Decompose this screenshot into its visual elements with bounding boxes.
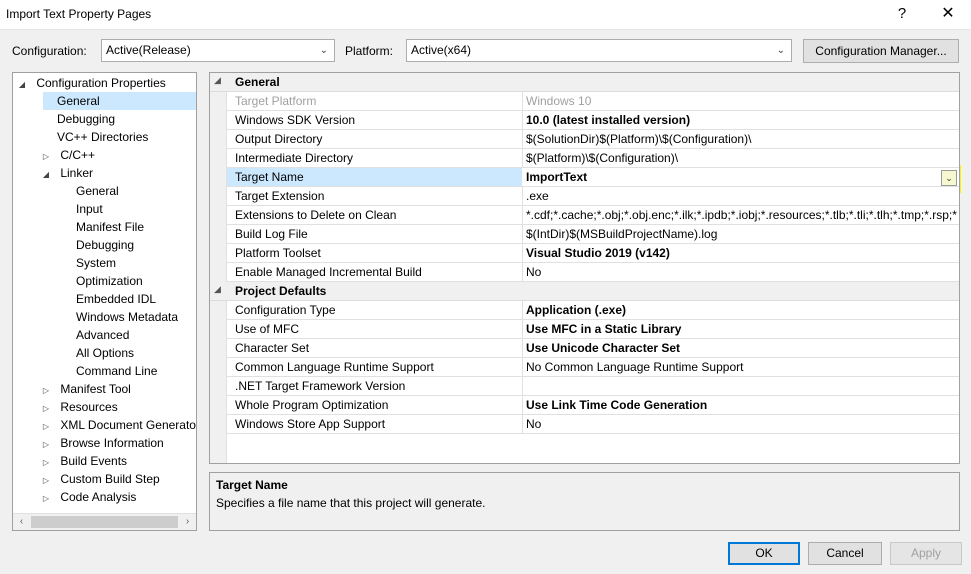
property-grid[interactable]: ◢ General Target Platform Windows 10 Win… bbox=[209, 72, 960, 464]
help-button[interactable]: ? bbox=[879, 0, 925, 30]
property-row-clr-support[interactable]: Common Language Runtime Support No Commo… bbox=[227, 358, 959, 377]
window-title: Import Text Property Pages bbox=[6, 7, 152, 21]
grid-left-margin bbox=[210, 73, 227, 463]
tree-item-linker-system[interactable]: System bbox=[76, 254, 116, 272]
category-project-defaults[interactable]: ◢ Project Defaults bbox=[210, 282, 959, 301]
configuration-value: Active(Release) bbox=[106, 43, 191, 57]
chevron-down-icon: ⌄ bbox=[945, 173, 953, 183]
property-row-windows-sdk-version[interactable]: Windows SDK Version 10.0 (latest install… bbox=[227, 111, 959, 130]
platform-value: Active(x64) bbox=[411, 43, 472, 57]
scroll-left-icon[interactable]: ‹ bbox=[13, 514, 30, 530]
tree-item-linker-embedded-idl[interactable]: Embedded IDL bbox=[76, 290, 156, 308]
tree-item-linker-manifest-file[interactable]: Manifest File bbox=[76, 218, 144, 236]
tree-item-linker-command-line[interactable]: Command Line bbox=[76, 362, 157, 380]
tree-item-linker-general[interactable]: General bbox=[76, 182, 119, 200]
tree-item-linker-all-options[interactable]: All Options bbox=[76, 344, 134, 362]
property-row-target-extension[interactable]: Target Extension .exe bbox=[227, 187, 959, 206]
property-row-output-directory[interactable]: Output Directory $(SolutionDir)$(Platfor… bbox=[227, 130, 959, 149]
expand-icon[interactable]: ▷ bbox=[41, 490, 51, 508]
property-row-net-target-framework[interactable]: .NET Target Framework Version bbox=[227, 377, 959, 396]
tree-item-code-analysis[interactable]: ▷ Code Analysis bbox=[41, 488, 136, 506]
configuration-select[interactable]: Active(Release) ⌄ bbox=[101, 39, 335, 62]
tree-item-browse-information[interactable]: ▷ Browse Information bbox=[41, 434, 164, 452]
property-row-windows-store-app-support[interactable]: Windows Store App Support No bbox=[227, 415, 959, 434]
category-label: Project Defaults bbox=[235, 284, 327, 298]
description-panel: Target Name Specifies a file name that t… bbox=[209, 472, 960, 531]
platform-label: Platform: bbox=[345, 44, 394, 58]
property-row-target-name[interactable]: Target Name ImportText bbox=[227, 168, 959, 187]
property-row-target-platform[interactable]: Target Platform Windows 10 bbox=[227, 92, 959, 111]
collapse-icon[interactable]: ◢ bbox=[41, 166, 51, 184]
tree-item-linker-windows-metadata[interactable]: Windows Metadata bbox=[76, 308, 178, 326]
property-row-configuration-type[interactable]: Configuration Type Application (.exe) bbox=[227, 301, 959, 320]
target-name-value[interactable]: ImportText bbox=[526, 170, 959, 184]
collapse-icon[interactable]: ◢ bbox=[214, 75, 221, 86]
property-row-build-log-file[interactable]: Build Log File $(IntDir)$(MSBuildProject… bbox=[227, 225, 959, 244]
property-row-platform-toolset[interactable]: Platform Toolset Visual Studio 2019 (v14… bbox=[227, 244, 959, 263]
chevron-down-icon: ⌄ bbox=[776, 45, 785, 56]
tree-horizontal-scrollbar[interactable]: ‹ › bbox=[13, 513, 196, 530]
tree-item-general[interactable]: General bbox=[43, 92, 196, 110]
chevron-down-icon: ⌄ bbox=[319, 45, 328, 56]
tree-item-linker-advanced[interactable]: Advanced bbox=[76, 326, 129, 344]
scroll-right-icon[interactable]: › bbox=[179, 514, 196, 530]
tree-item-linker[interactable]: ◢ Linker bbox=[41, 164, 93, 182]
property-tree[interactable]: ◢ Configuration Properties General Debug… bbox=[12, 72, 197, 531]
platform-select[interactable]: Active(x64) ⌄ bbox=[406, 39, 792, 62]
tree-item-linker-optimization[interactable]: Optimization bbox=[76, 272, 143, 290]
close-button[interactable]: ✕ bbox=[925, 0, 971, 30]
tree-item-build-events[interactable]: ▷ Build Events bbox=[41, 452, 127, 470]
target-name-dropdown-button[interactable]: ⌄ bbox=[941, 170, 957, 186]
tree-item-vc-directories[interactable]: VC++ Directories bbox=[57, 128, 148, 146]
description-text: Specifies a file name that this project … bbox=[216, 496, 486, 510]
tree-item-linker-debugging[interactable]: Debugging bbox=[76, 236, 134, 254]
property-row-managed-incremental-build[interactable]: Enable Managed Incremental Build No bbox=[227, 263, 959, 282]
tree-item-resources[interactable]: ▷ Resources bbox=[41, 398, 118, 416]
configuration-manager-button[interactable]: Configuration Manager... bbox=[803, 39, 959, 63]
tree-item-manifest-tool[interactable]: ▷ Manifest Tool bbox=[41, 380, 131, 398]
tree-item-xml-document-generator[interactable]: ▷ XML Document Generator bbox=[41, 416, 196, 434]
category-label: General bbox=[235, 75, 280, 89]
category-general[interactable]: ◢ General bbox=[210, 73, 959, 92]
tree-item-custom-build-step[interactable]: ▷ Custom Build Step bbox=[41, 470, 160, 488]
description-title: Target Name bbox=[216, 478, 288, 492]
collapse-icon[interactable]: ◢ bbox=[214, 284, 221, 295]
property-row-extensions-to-delete[interactable]: Extensions to Delete on Clean *.cdf;*.ca… bbox=[227, 206, 959, 225]
property-row-use-of-mfc[interactable]: Use of MFC Use MFC in a Static Library bbox=[227, 320, 959, 339]
apply-button[interactable]: Apply bbox=[890, 542, 962, 565]
ok-button[interactable]: OK bbox=[728, 542, 800, 565]
property-row-whole-program-optimization[interactable]: Whole Program Optimization Use Link Time… bbox=[227, 396, 959, 415]
scrollbar-thumb[interactable] bbox=[31, 516, 178, 528]
property-row-character-set[interactable]: Character Set Use Unicode Character Set bbox=[227, 339, 959, 358]
collapse-icon[interactable]: ◢ bbox=[17, 76, 27, 94]
title-bar: Import Text Property Pages ? ✕ bbox=[0, 0, 971, 30]
tree-item-debugging[interactable]: Debugging bbox=[57, 110, 115, 128]
tree-item-c-cpp[interactable]: ▷ C/C++ bbox=[41, 146, 95, 164]
cancel-button[interactable]: Cancel bbox=[808, 542, 882, 565]
tree-item-configuration-properties[interactable]: ◢ Configuration Properties bbox=[17, 74, 166, 92]
configuration-label: Configuration: bbox=[12, 44, 87, 58]
property-row-intermediate-directory[interactable]: Intermediate Directory $(Platform)\$(Con… bbox=[227, 149, 959, 168]
tree-item-linker-input[interactable]: Input bbox=[76, 200, 103, 218]
